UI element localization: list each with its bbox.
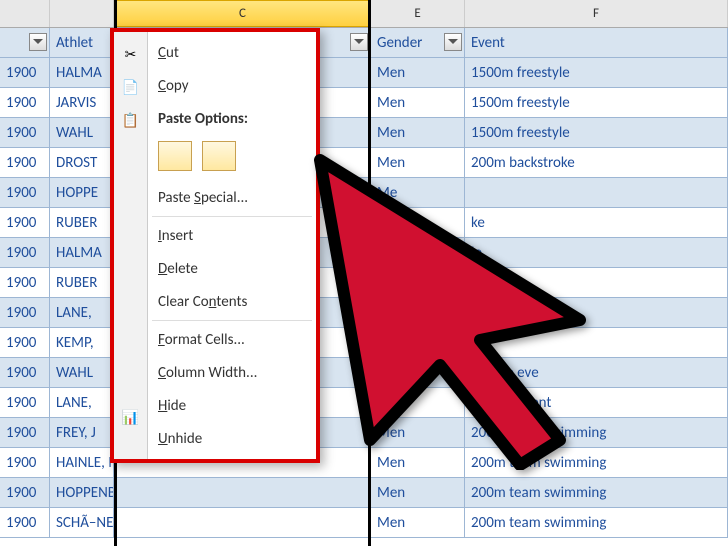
ctx-insert[interactable]: Insert (148, 219, 316, 252)
cell-c[interactable] (114, 478, 371, 507)
ctx-format-cells[interactable]: Format Cells... (148, 323, 316, 356)
header-athlete: Athlet (56, 34, 93, 52)
cell-b[interactable]: HAINLE, Max (50, 448, 114, 477)
cell-b[interactable]: HOPPE (50, 178, 114, 207)
ctx-copy[interactable]: Copy (148, 69, 316, 102)
cell-b[interactable]: WAHL (50, 118, 114, 147)
cell-b[interactable]: RUBER (50, 208, 114, 237)
cell-b[interactable]: RUBER (50, 268, 114, 297)
cell-e[interactable]: Men (371, 508, 465, 537)
cell-a[interactable]: 1900 (0, 58, 50, 87)
cell-b[interactable]: LANE, (50, 388, 114, 417)
ctx-paste-options: Paste Options: (148, 102, 316, 135)
table-row: 1900SCHÃ–NE, J Men200m team swimming (0, 508, 728, 538)
cell-a[interactable]: 1900 (0, 448, 50, 477)
table-row: 1900HOPPENBERG, Ernst Men200m team swimmi… (0, 478, 728, 508)
filter-dropdown-e[interactable] (444, 33, 462, 51)
copy-icon: 📄 (119, 71, 143, 104)
cell-b[interactable]: JARVIS (50, 88, 114, 117)
cell-c[interactable] (114, 508, 371, 537)
cell-a[interactable]: 1900 (0, 508, 50, 537)
ctx-paste-icon-row (148, 135, 316, 181)
cell-b[interactable]: DROST (50, 148, 114, 177)
cell-a[interactable]: 1900 (0, 478, 50, 507)
cell-a[interactable]: 1900 (0, 418, 50, 447)
ctx-cut[interactable]: Cut (148, 36, 316, 69)
cell-b[interactable]: WAHL (50, 358, 114, 387)
ctx-clear-contents[interactable]: Clear Contents (148, 285, 316, 318)
cell-b[interactable]: SCHÃ–NE, J (50, 508, 114, 537)
filter-dropdown-c[interactable] (350, 33, 368, 51)
cell-f[interactable]: 200m team swimming (465, 478, 728, 507)
cell-b[interactable]: HOPPENBERG, Ernst (50, 478, 114, 507)
cell-e[interactable]: Men (371, 478, 465, 507)
cell-b[interactable]: LANE, (50, 298, 114, 327)
header-event: Event (471, 34, 505, 52)
cell-a[interactable]: 1900 (0, 148, 50, 177)
filter-cell-a (0, 28, 50, 57)
filter-dropdown-a[interactable] (29, 33, 47, 51)
ctx-paste-special[interactable]: Paste Special... (148, 181, 316, 214)
cell-f[interactable]: 200m team swimming (465, 508, 728, 537)
ctx-column-width[interactable]: Column Width... (148, 356, 316, 389)
paste-default-icon[interactable] (158, 141, 192, 171)
cell-a[interactable]: 1900 (0, 118, 50, 147)
ctx-separator (152, 320, 312, 321)
cell-a[interactable]: 1900 (0, 388, 50, 417)
cell-a[interactable]: 1900 (0, 178, 50, 207)
cell-f[interactable]: 1500m freestyle (465, 58, 728, 87)
ctx-unhide[interactable]: Unhide (148, 422, 316, 455)
ctx-hide[interactable]: Hide (148, 389, 316, 422)
col-header-a[interactable] (0, 0, 50, 27)
cell-a[interactable]: 1900 (0, 298, 50, 327)
context-menu-icon-strip: ✂ 📄 📋 📊 (114, 32, 148, 459)
format-cells-icon: 📊 (119, 401, 143, 434)
ctx-separator (152, 216, 312, 217)
col-header-c[interactable]: C (114, 0, 371, 27)
cell-a[interactable]: 1900 (0, 358, 50, 387)
paste-icon: 📋 (119, 104, 143, 137)
filter-cell-f: Event (465, 28, 728, 57)
cell-a[interactable]: 1900 (0, 208, 50, 237)
cursor-arrow-highlight (300, 140, 630, 475)
cell-e[interactable]: Men (371, 88, 465, 117)
header-gender: Gender (377, 34, 422, 52)
context-menu: ✂ 📄 📋 📊 Cut Copy Paste Options: Paste Sp… (110, 28, 320, 463)
col-header-f[interactable]: F (465, 0, 728, 27)
cell-a[interactable]: 1900 (0, 88, 50, 117)
cell-a[interactable]: 1900 (0, 238, 50, 267)
cell-b[interactable]: KEMP, (50, 328, 114, 357)
paste-values-icon[interactable] (202, 141, 236, 171)
cell-e[interactable]: Men (371, 58, 465, 87)
filter-cell-e: Gender (371, 28, 465, 57)
cell-b[interactable]: HALMA (50, 238, 114, 267)
cell-a[interactable]: 1900 (0, 268, 50, 297)
filter-cell-b: Athlet (50, 28, 114, 57)
col-header-e[interactable]: E (371, 0, 465, 27)
cell-b[interactable]: FREY, J (50, 418, 114, 447)
cell-b[interactable]: HALMA (50, 58, 114, 87)
column-header-row: C E F (0, 0, 728, 28)
cell-f[interactable]: 1500m freestyle (465, 88, 728, 117)
col-header-b[interactable] (50, 0, 114, 27)
cell-a[interactable]: 1900 (0, 328, 50, 357)
ctx-delete[interactable]: Delete (148, 252, 316, 285)
cut-icon: ✂ (119, 38, 143, 71)
